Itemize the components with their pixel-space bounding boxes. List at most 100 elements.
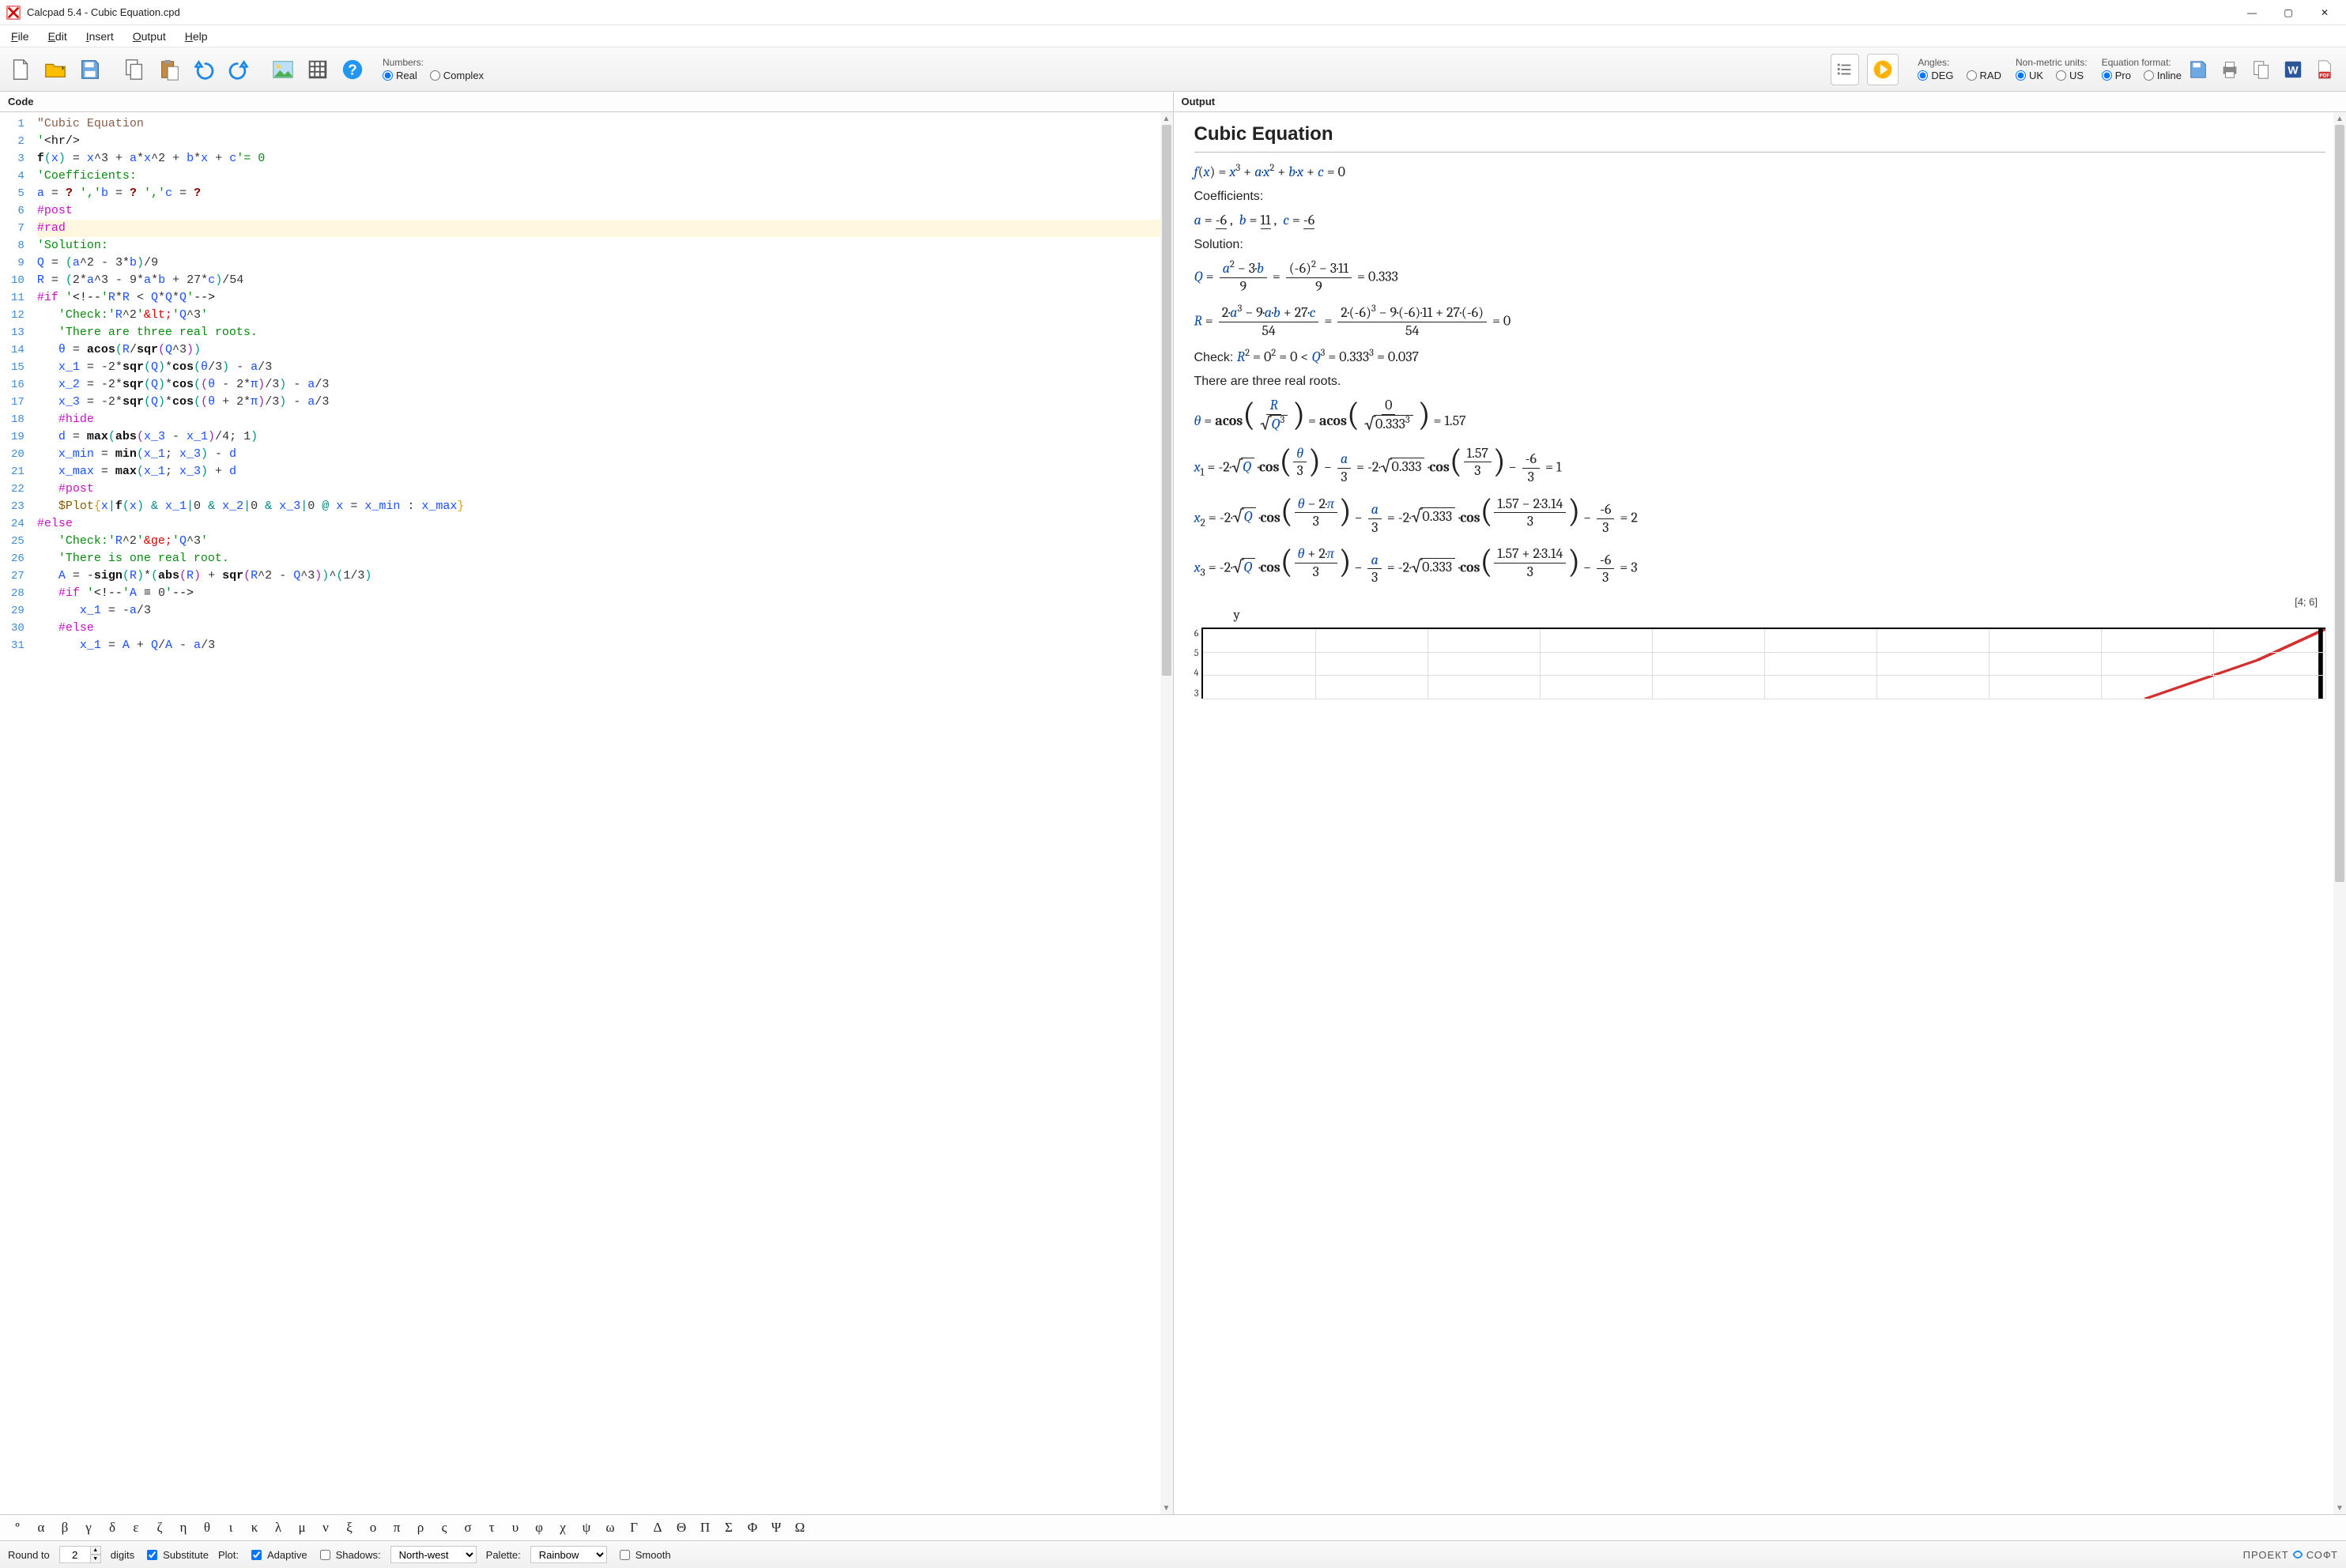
open-button[interactable] — [40, 47, 71, 92]
toolbar: ? Numbers: Real Complex Angles: DEG RAD … — [0, 47, 2346, 92]
undo-button[interactable] — [188, 47, 220, 92]
greek-Φ[interactable]: Φ — [741, 1520, 764, 1536]
toggle-output-button[interactable] — [1831, 54, 1859, 85]
close-button[interactable]: ✕ — [2306, 0, 2343, 25]
greek-μ[interactable]: μ — [291, 1520, 313, 1536]
minimize-button[interactable]: — — [2234, 0, 2270, 25]
shadows-checkbox[interactable]: Shadows: — [317, 1547, 381, 1562]
code-pane: Code 12345678910111213141516171819202122… — [0, 92, 1174, 1514]
greek-π[interactable]: π — [386, 1520, 408, 1536]
greek-Γ[interactable]: Γ — [623, 1520, 645, 1536]
plot-label: Plot: — [218, 1549, 239, 1561]
greek-Ψ[interactable]: Ψ — [765, 1520, 787, 1536]
angles-group: Angles: DEG RAD — [1918, 47, 2001, 91]
substitute-checkbox[interactable]: Substitute — [144, 1547, 209, 1562]
three-roots-text: There are three real roots. — [1194, 375, 2326, 389]
eqfmt-pro[interactable]: Pro — [2102, 70, 2131, 81]
greek-τ[interactable]: τ — [481, 1520, 503, 1536]
run-button[interactable] — [1867, 54, 1899, 85]
greek-υ[interactable]: υ — [504, 1520, 526, 1536]
code-editor[interactable]: 1234567891011121314151617181920212223242… — [0, 112, 1173, 1514]
greek-α[interactable]: α — [30, 1520, 52, 1536]
greek-γ[interactable]: γ — [77, 1520, 100, 1536]
numbers-group: Numbers: Real Complex — [383, 47, 484, 91]
maximize-button[interactable]: ▢ — [2270, 0, 2306, 25]
greek-Π[interactable]: Π — [694, 1520, 716, 1536]
greek-ξ[interactable]: ξ — [338, 1520, 360, 1536]
menu-output[interactable]: Output — [133, 30, 166, 43]
greek-ς[interactable]: ς — [433, 1520, 455, 1536]
menu-edit[interactable]: Edit — [48, 30, 67, 43]
plot-area: y 6543 — [1194, 608, 2326, 699]
round-input[interactable] — [59, 1546, 91, 1563]
image-button[interactable] — [267, 47, 299, 92]
greek-η[interactable]: η — [172, 1520, 194, 1536]
menu-insert[interactable]: Insert — [86, 30, 114, 43]
eqfmt-label: Equation format: — [2102, 57, 2182, 68]
svg-text:?: ? — [348, 62, 356, 78]
units-us[interactable]: US — [2056, 70, 2084, 81]
angles-deg[interactable]: DEG — [1918, 70, 1953, 81]
new-button[interactable] — [5, 47, 36, 92]
keypad-button[interactable] — [302, 47, 334, 92]
print-button[interactable] — [2216, 47, 2243, 92]
greek-ν[interactable]: ν — [315, 1520, 337, 1536]
greek-ε[interactable]: ε — [125, 1520, 147, 1536]
greek-σ[interactable]: σ — [457, 1520, 479, 1536]
greek-ζ[interactable]: ζ — [149, 1520, 171, 1536]
greek-Σ[interactable]: Σ — [718, 1520, 740, 1536]
greek-β[interactable]: β — [54, 1520, 76, 1536]
palette-select[interactable]: Rainbow — [530, 1546, 607, 1563]
greek-ψ[interactable]: ψ — [575, 1520, 598, 1536]
greek-bar: °αβγδεζηθικλμνξοπρςστυφχψωΓΔΘΠΣΦΨΩ — [0, 1514, 2346, 1541]
direction-select[interactable]: North-west — [390, 1546, 477, 1563]
units-uk[interactable]: UK — [2016, 70, 2043, 81]
svg-text:PDF: PDF — [2320, 73, 2330, 78]
round-spinner[interactable]: ▲▼ — [90, 1546, 101, 1563]
greek-ο[interactable]: ο — [362, 1520, 384, 1536]
copy-output-button[interactable] — [2248, 47, 2275, 92]
save-button[interactable] — [74, 47, 106, 92]
greek-θ[interactable]: θ — [196, 1520, 218, 1536]
numbers-label: Numbers: — [383, 57, 484, 68]
eq-x3: x3 = -2·Q ·cosθ + 2·π3 − a3 = -2·0.333 ·… — [1194, 545, 2326, 586]
redo-button[interactable] — [223, 47, 255, 92]
units-label: Non-metric units: — [2016, 57, 2088, 68]
export-pdf-button[interactable]: PDF — [2311, 47, 2338, 92]
eqfmt-group: Equation format: Pro Inline — [2102, 47, 2182, 91]
greek-χ[interactable]: χ — [552, 1520, 574, 1536]
adaptive-checkbox[interactable]: Adaptive — [248, 1547, 307, 1562]
greek-Θ[interactable]: Θ — [670, 1520, 692, 1536]
output-pane-header: Output — [1174, 92, 2346, 112]
greek-ω[interactable]: ω — [599, 1520, 621, 1536]
output-content: Cubic Equation f(x) = x3 + a·x2 + b·x + … — [1174, 112, 2346, 1514]
copy-button[interactable] — [119, 47, 150, 92]
code-scrollbar[interactable]: ▲▼ — [1160, 112, 1173, 1514]
output-hr — [1194, 152, 2326, 153]
greek-Ω[interactable]: Ω — [789, 1520, 811, 1536]
numbers-real[interactable]: Real — [383, 70, 417, 81]
paste-button[interactable] — [153, 47, 185, 92]
output-scrollbar[interactable]: ▲▼ — [2333, 112, 2346, 1514]
menu-help[interactable]: Help — [185, 30, 208, 43]
numbers-complex[interactable]: Complex — [430, 70, 484, 81]
round-label: Round to — [8, 1549, 50, 1561]
greek-ι[interactable]: ι — [220, 1520, 242, 1536]
menu-file[interactable]: File — [11, 30, 29, 43]
output-title: Cubic Equation — [1194, 123, 2326, 145]
greek-κ[interactable]: κ — [243, 1520, 266, 1536]
export-word-button[interactable]: W — [2280, 47, 2306, 92]
eqfmt-inline[interactable]: Inline — [2144, 70, 2182, 81]
greek-λ[interactable]: λ — [267, 1520, 289, 1536]
eq-r: R = 2·a3 − 9·a·b + 27·c54 = 2·(-6)3 − 9·… — [1194, 304, 2326, 339]
greek-Δ[interactable]: Δ — [647, 1520, 669, 1536]
angles-rad[interactable]: RAD — [1967, 70, 2001, 81]
smooth-checkbox[interactable]: Smooth — [617, 1547, 671, 1562]
save-html-button[interactable] — [2185, 47, 2212, 92]
greek-δ[interactable]: δ — [101, 1520, 123, 1536]
help-button[interactable]: ? — [337, 47, 368, 92]
eq-coeffs: a = -6 , b = 11 , c = -6 — [1194, 212, 2326, 228]
greek-φ[interactable]: φ — [528, 1520, 550, 1536]
greek-ρ[interactable]: ρ — [409, 1520, 432, 1536]
greek-°[interactable]: ° — [6, 1521, 28, 1536]
